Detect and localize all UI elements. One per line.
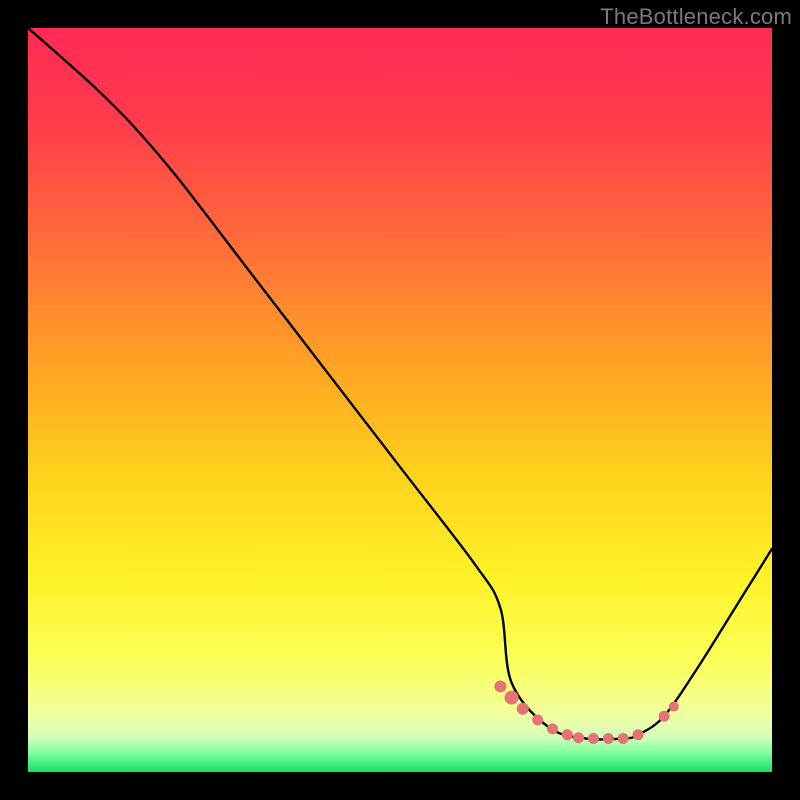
plot-area (28, 28, 772, 772)
chart-container: TheBottleneck.com (0, 0, 800, 800)
gradient-background (28, 28, 772, 772)
watermark: TheBottleneck.com (600, 4, 792, 30)
